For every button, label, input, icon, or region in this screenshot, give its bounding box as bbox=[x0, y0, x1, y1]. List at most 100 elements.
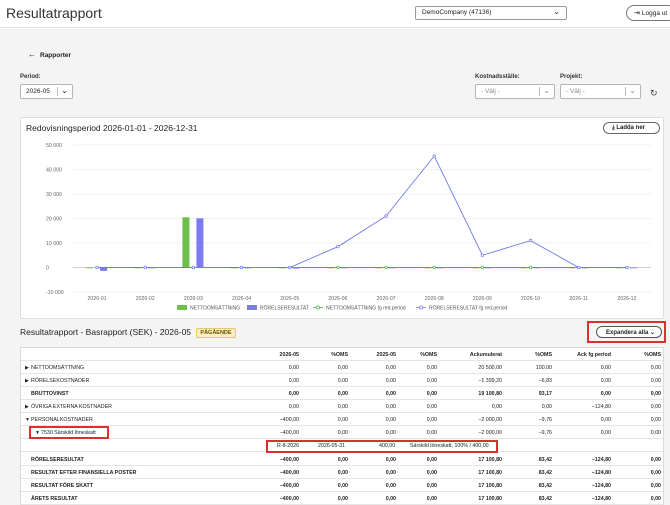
table-cell: 19 100,80 bbox=[478, 390, 502, 397]
chart-title: Redovisningsperiod 2026-01-01 - 2026-12-… bbox=[26, 123, 198, 133]
select-separator bbox=[57, 87, 58, 96]
period-select[interactable]: 2026-05 ⌄ bbox=[20, 84, 73, 99]
table-cell: −6,83 bbox=[538, 377, 552, 384]
chart-point bbox=[239, 265, 244, 270]
chart-point bbox=[336, 245, 340, 249]
chart-bar bbox=[182, 217, 190, 268]
chart-line bbox=[97, 155, 627, 268]
expand-all-button[interactable]: Expandera alla ⌄ bbox=[596, 326, 662, 338]
chevron-down-icon: ⌄ bbox=[553, 7, 560, 16]
chart-point bbox=[95, 265, 99, 270]
period-select-value: 2026-05 bbox=[26, 88, 50, 95]
report-title: Resultatrapport - Basrapport (SEK) - 202… bbox=[20, 327, 192, 337]
select-separator bbox=[625, 87, 626, 96]
highlight-box bbox=[29, 426, 109, 439]
table-row[interactable]: ▶ ÖVRIGA EXTERNA KOSTNADER 0,00 0,00 0,00 0,0… bbox=[21, 400, 663, 413]
table-row: ÅRETS RESULTAT −400,00 0,00 0,00 0,00 17 100,… bbox=[21, 492, 663, 505]
table-row[interactable]: ▶ NETTOOMSÄTTNING 0,00 0,00 0,00 0,00 20 500,0… bbox=[21, 361, 663, 374]
table-cell: 0,00 bbox=[385, 456, 396, 463]
y-tick-label: 20 000 bbox=[46, 217, 62, 223]
x-tick-label: 2026-05 bbox=[280, 296, 299, 302]
table-cell: 17 100,80 bbox=[478, 482, 502, 489]
row-label: ▶ RÖRELSEKOSTNADER bbox=[25, 378, 89, 384]
table-cell: 0,00 bbox=[288, 377, 299, 384]
table-row[interactable]: ▼PERSONALKOSTNADER −400,00 0,00 0,00 0,00 −2 … bbox=[21, 413, 663, 426]
table-cell: 0,00 bbox=[337, 390, 348, 397]
table-cell: 0,00 bbox=[650, 416, 661, 423]
table-cell: 0,00 bbox=[385, 482, 396, 489]
table-cell: 0,00 bbox=[385, 416, 396, 423]
table-cell: 0,00 bbox=[337, 429, 348, 436]
table-cell: 0,00 bbox=[337, 495, 348, 502]
table-cell: 0,00 bbox=[337, 469, 348, 476]
chart-point bbox=[480, 265, 485, 270]
row-label-text: NETTOOMSÄTTNING bbox=[31, 364, 85, 371]
table-cell: 0,00 bbox=[600, 390, 611, 397]
row-label: ▶ ÖVRIGA EXTERNA KOSTNADER bbox=[25, 404, 112, 410]
download-label: Ladda ner bbox=[616, 125, 646, 131]
logout-label: Logga ut bbox=[641, 10, 668, 17]
table-cell: 0,00 bbox=[650, 403, 661, 410]
chart-card: -10 000 0 10 000 20 000 30 000 40 000 50 000 20… bbox=[20, 117, 664, 319]
table-cell: 0,00 bbox=[650, 390, 661, 397]
row-label-text: PERSONALKOSTNADER bbox=[31, 416, 93, 423]
table-cell: 0,00 bbox=[491, 403, 502, 410]
table-cell: 0,00 bbox=[426, 429, 437, 436]
table-cell: −9,76 bbox=[538, 429, 552, 436]
chart-point bbox=[577, 265, 581, 270]
chart-bar bbox=[196, 218, 204, 268]
project-select[interactable]: - Välj - ⌄ bbox=[560, 84, 641, 99]
table-cell: 0,00 bbox=[385, 377, 396, 384]
table-cell: 0,00 bbox=[337, 416, 348, 423]
table-row: BRUTTOVINST 0,00 0,00 0,00 0,00 19 100,80 93,1… bbox=[21, 387, 663, 400]
chart-point bbox=[480, 253, 485, 257]
x-tick-label: 2026-10 bbox=[521, 296, 540, 302]
legend-swatch bbox=[316, 305, 320, 310]
chart-svg: -10 000 0 10 000 20 000 30 000 40 000 50 000 20… bbox=[46, 143, 651, 312]
logout-button[interactable]: ⇥ Logga ut bbox=[626, 5, 670, 21]
company-select-value: DemoCompany (47136) bbox=[422, 9, 492, 16]
table-cell: 20 500,00 bbox=[478, 364, 502, 371]
refresh-icon[interactable]: ↻ bbox=[650, 88, 658, 99]
table-cell: 83,42 bbox=[538, 495, 552, 502]
chart-point bbox=[625, 265, 629, 270]
project-label: Projekt: bbox=[560, 74, 583, 80]
back-to-reports-link[interactable]: ← Rapporter bbox=[28, 50, 71, 59]
arrow-left-icon: ← bbox=[28, 50, 36, 59]
table-cell: 0,00 bbox=[426, 469, 437, 476]
chart-point bbox=[288, 265, 292, 270]
row-label-text: RÖRELSEKOSTNADER bbox=[31, 377, 90, 384]
chart-point bbox=[336, 265, 340, 270]
download-button[interactable]: ⤓ Ladda ner bbox=[603, 122, 660, 134]
x-tick-label: 2026-04 bbox=[232, 296, 251, 302]
y-tick-label: 10 000 bbox=[46, 241, 62, 247]
x-tick-label: 2026-03 bbox=[184, 296, 203, 302]
table-cell: 0,00 bbox=[426, 377, 437, 384]
table-cell: −400,00 bbox=[279, 429, 299, 436]
chart-point bbox=[432, 154, 436, 158]
back-link-label: Rapporter bbox=[40, 52, 72, 59]
table-cell: −124,80 bbox=[591, 469, 611, 476]
chart-bar bbox=[86, 267, 94, 269]
table-cell: 0,00 bbox=[426, 403, 437, 410]
table-cell: 0,00 bbox=[541, 403, 552, 410]
y-tick-label: 30 000 bbox=[46, 192, 62, 198]
table-cell: 0,00 bbox=[650, 364, 661, 371]
column-header: %OMS bbox=[331, 351, 348, 358]
company-select[interactable]: DemoCompany (47136) ⌄ bbox=[415, 6, 567, 20]
table-cell: 0,00 bbox=[650, 495, 661, 502]
cost-center-select[interactable]: - Välj - ⌄ bbox=[475, 84, 555, 99]
table-row[interactable]: ▶ RÖRELSEKOSTNADER 0,00 0,00 0,00 0,00 −1 399,… bbox=[21, 374, 663, 387]
table-cell: −400,00 bbox=[279, 482, 299, 489]
download-icon: ⤓ bbox=[612, 125, 615, 131]
chart-point bbox=[384, 214, 388, 218]
table-row[interactable]: ▼7530 Särskild löneskatt −400,00 0,00 0,00 0… bbox=[21, 426, 663, 439]
table-cell: 0,00 bbox=[385, 429, 396, 436]
table-cell: 0,00 bbox=[337, 377, 348, 384]
table-cell: 0,00 bbox=[650, 482, 661, 489]
table-cell: 0,00 bbox=[385, 364, 396, 371]
period-label: Period: bbox=[20, 74, 41, 80]
column-header: %OMS bbox=[644, 351, 661, 358]
table-row: RESULTAT EFTER FINANSIELLA POSTER −400,00… bbox=[21, 466, 663, 479]
row-label: RÖRELSERESULTAT bbox=[25, 457, 84, 463]
